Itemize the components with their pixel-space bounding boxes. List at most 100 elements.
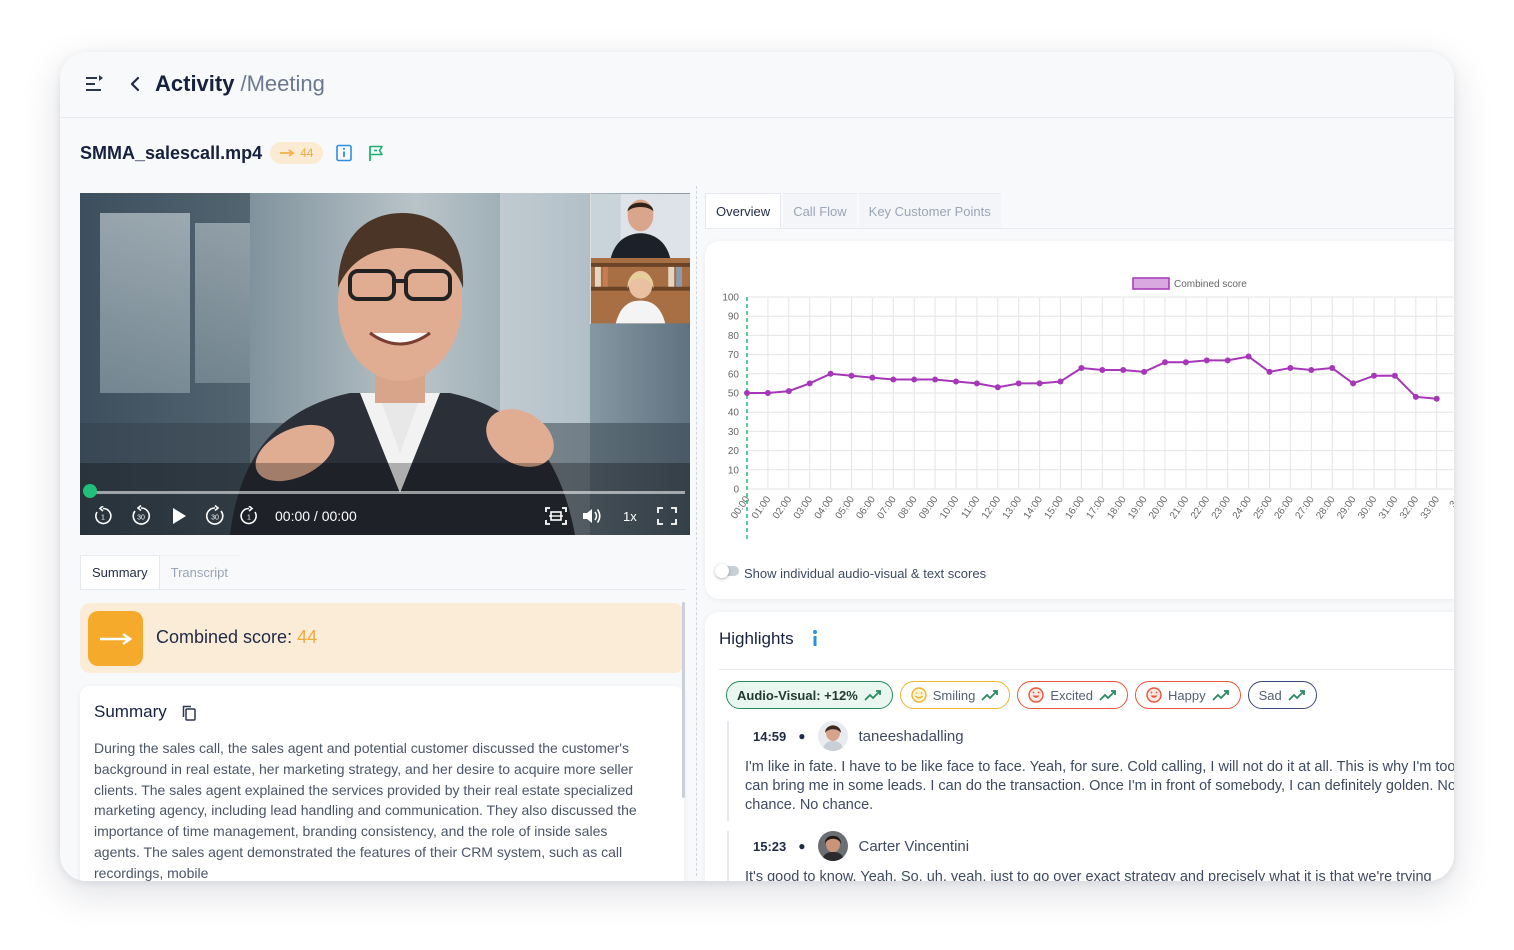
back-chevron-icon[interactable]: [128, 76, 142, 92]
data-point: [1224, 357, 1231, 364]
y-tick-label: 80: [728, 331, 740, 342]
avatar: [817, 831, 848, 861]
x-tick-label: 23:00: [1210, 494, 1234, 521]
data-point: [806, 380, 813, 387]
chip-audio-visual[interactable]: Audio-Visual: +12%: [726, 681, 893, 709]
data-point: [1078, 365, 1085, 372]
collapse-menu-icon[interactable]: [84, 74, 106, 94]
data-point: [1162, 359, 1168, 366]
entry-text: It's good to know. Yeah. So, uh, yeah, j…: [745, 869, 1432, 881]
y-tick-label: 100: [722, 293, 739, 304]
y-tick-label: 70: [728, 350, 740, 361]
y-tick-label: 0: [733, 485, 739, 496]
x-tick-label: 15:00: [1043, 494, 1067, 521]
chip-happy[interactable]: Happy: [1135, 681, 1241, 709]
x-tick-label: 31:00: [1377, 494, 1401, 521]
tab-overview[interactable]: Overview: [705, 193, 782, 228]
video-progress-bar[interactable]: [83, 484, 685, 498]
x-tick-label: 33:00: [1419, 494, 1443, 521]
highlights-title: Highlights: [719, 629, 794, 648]
rewind-30-label: 30: [137, 515, 145, 522]
breadcrumb-activity[interactable]: Activity: [155, 71, 234, 96]
x-tick-label: 07:00: [875, 494, 899, 521]
data-point: [848, 372, 855, 379]
x-tick-label: 00:00: [729, 494, 753, 521]
highlight-entry[interactable]: 15:23 ● Carter Vincentini It's good to k…: [727, 831, 1454, 881]
replay-icon[interactable]: 1: [92, 504, 114, 528]
combined-score-card: Combined score: 44: [80, 603, 684, 673]
highlights-card: Highlights Audio-Visual: +12% Smiling Ex…: [705, 612, 1454, 881]
snapshot-icon[interactable]: [544, 504, 568, 528]
chip-smiling[interactable]: Smiling: [899, 681, 1011, 709]
data-point: [911, 376, 918, 383]
chip-excited[interactable]: Excited: [1017, 681, 1129, 709]
tab-key-customer-points[interactable]: Key Customer Points: [858, 193, 1001, 228]
chip-sad[interactable]: Sad: [1247, 681, 1317, 709]
y-tick-label: 40: [728, 408, 740, 419]
svg-text:1: 1: [247, 515, 251, 522]
data-point: [1141, 368, 1148, 375]
x-tick-label: 30:00: [1356, 494, 1380, 521]
entry-speaker: taneeshadalling: [858, 727, 964, 745]
data-point: [1245, 353, 1252, 360]
x-tick-label: 28:00: [1314, 494, 1338, 521]
panel-divider[interactable]: [696, 186, 697, 876]
document-info-icon[interactable]: [335, 144, 353, 162]
app-window: Activity/Meeting SMMA_salescall.mp4 44 1…: [60, 52, 1454, 881]
x-tick-label: 21:00: [1168, 494, 1192, 521]
highlight-entry[interactable]: 14:59 ● taneeshadalling I'm like in fate…: [727, 721, 1454, 821]
skip-forward-icon[interactable]: 1: [238, 504, 260, 528]
combined-score-label: Combined score:: [156, 627, 293, 647]
data-point: [1371, 372, 1377, 379]
x-tick-label: 10:00: [938, 494, 962, 521]
rewind-30-icon[interactable]: 30: [128, 504, 154, 528]
play-icon[interactable]: [168, 504, 190, 528]
data-point: [1266, 368, 1273, 375]
playback-speed[interactable]: 1x: [623, 509, 637, 524]
toggle-knob: [715, 564, 729, 578]
combined-score-text: Combined score: 44: [156, 627, 317, 648]
x-tick-label: 02:00: [771, 494, 795, 521]
chip-excited-label: Excited: [1050, 687, 1094, 703]
x-tick-label: 22:00: [1189, 494, 1213, 521]
flag-icon[interactable]: [367, 144, 385, 162]
entry-timestamp[interactable]: 15:23: [753, 839, 786, 854]
tab-summary[interactable]: Summary: [80, 555, 160, 589]
bullet-separator: ●: [798, 729, 806, 743]
playback-time: 00:00 / 00:00: [275, 508, 357, 524]
x-tick-label: 18:00: [1105, 494, 1129, 521]
forward-30-icon[interactable]: 30: [202, 504, 228, 528]
trend-up-icon: [1288, 690, 1305, 701]
copy-icon[interactable]: [181, 705, 197, 721]
tab-transcript[interactable]: Transcript: [159, 555, 239, 589]
score-badge-value: 44: [300, 146, 314, 160]
data-point: [1287, 365, 1294, 372]
happy-face-icon: [1146, 687, 1162, 703]
x-tick-label: 25:00: [1252, 494, 1276, 521]
tab-call-flow[interactable]: Call Flow: [783, 193, 857, 228]
data-point: [1203, 357, 1210, 364]
x-tick-label: 12:00: [980, 494, 1004, 521]
forward-30-label: 30: [211, 515, 219, 522]
left-tabs: Summary Transcript: [80, 555, 239, 589]
summary-text: During the sales call, the sales agent a…: [94, 740, 637, 881]
summary-scrollbar[interactable]: [682, 602, 685, 798]
video-player[interactable]: 1 30 30 1 00:00 / 00:00 1x: [80, 193, 690, 535]
individual-scores-toggle[interactable]: [715, 564, 739, 578]
breadcrumb: Activity/Meeting: [155, 71, 325, 97]
svg-text:1: 1: [101, 515, 105, 522]
legend-swatch: [1132, 277, 1170, 290]
x-tick-label: 34: [1448, 494, 1454, 510]
entry-timestamp[interactable]: 14:59: [753, 729, 786, 744]
fullscreen-icon[interactable]: [655, 504, 679, 528]
progress-handle[interactable]: [83, 484, 97, 498]
data-point: [1329, 365, 1336, 372]
info-icon[interactable]: [809, 629, 821, 647]
volume-icon[interactable]: [580, 504, 604, 528]
score-badge: 44: [270, 142, 324, 164]
x-tick-label: 27:00: [1293, 494, 1317, 521]
toggle-label: Show individual audio-visual & text scor…: [744, 566, 987, 581]
x-tick-label: 17:00: [1084, 494, 1108, 521]
data-point: [1057, 378, 1064, 385]
x-tick-label: 08:00: [896, 494, 920, 521]
